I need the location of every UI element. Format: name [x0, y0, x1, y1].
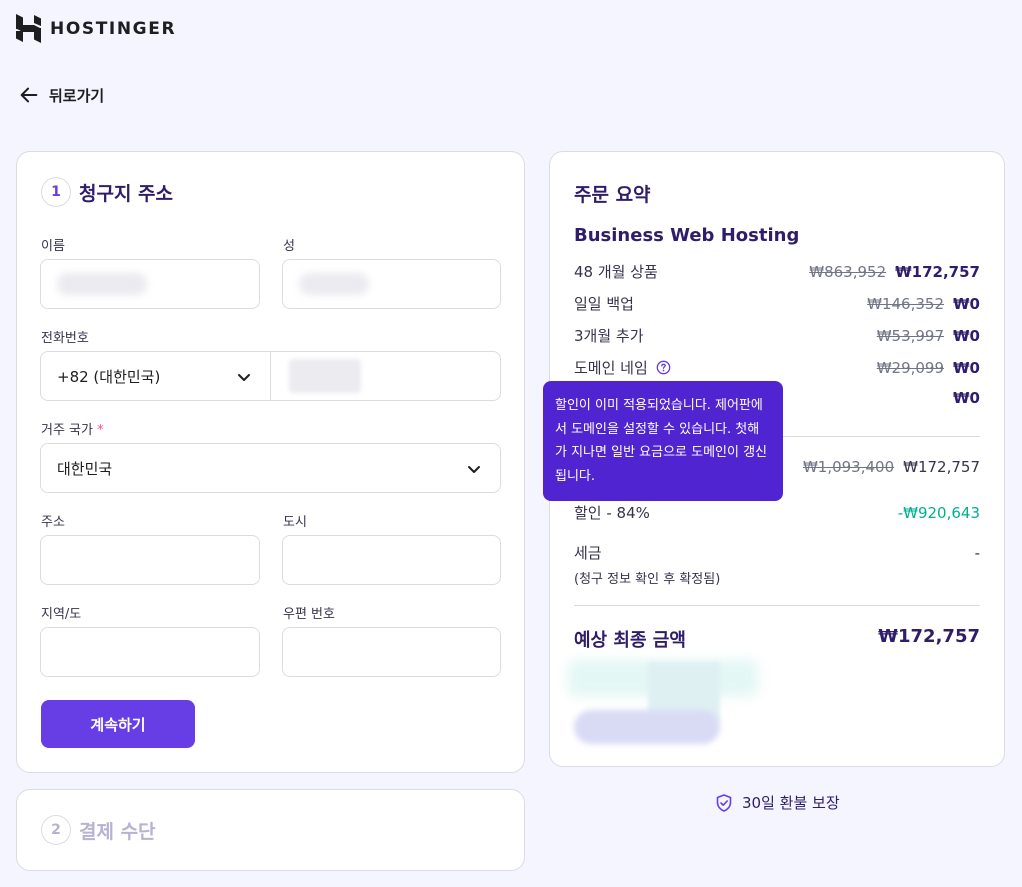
redacted-value	[299, 273, 369, 295]
phone-country-value: +82 (대한민국)	[57, 367, 161, 386]
city-label: 도시	[283, 515, 307, 530]
phone-country-select[interactable]: +82 (대한민국)	[40, 351, 271, 401]
city-field[interactable]	[282, 535, 501, 585]
new-price: ₩0	[953, 326, 980, 345]
item-price: ₩0	[953, 389, 980, 407]
new-price: ₩0	[953, 389, 980, 407]
country-label-text: 거주 국가	[41, 423, 93, 438]
required-mark: *	[97, 423, 104, 438]
summary-title: 주문 요약	[574, 184, 651, 206]
item-price: ₩53,997 ₩0	[877, 327, 980, 345]
money-back-guarantee: 30일 환불 보장	[714, 792, 840, 813]
summary-item-row: 48 개월 상품 ₩863,952 ₩172,757	[574, 261, 980, 282]
help-circle-icon[interactable]	[656, 360, 671, 375]
subtotal-price: ₩1,093,400 ₩172,757	[803, 458, 980, 476]
old-price: ₩146,352	[867, 294, 945, 313]
item-label: 일일 백업	[574, 295, 634, 313]
back-link[interactable]: 뒤로가기	[18, 84, 104, 106]
shield-check-icon	[716, 793, 732, 812]
hostinger-logo-icon	[16, 14, 41, 43]
new-price: ₩172,757	[903, 458, 980, 476]
region-label: 지역/도	[41, 607, 82, 622]
total-value: ₩172,757	[878, 626, 980, 647]
summary-item-row: 일일 백업 ₩146,352 ₩0	[574, 293, 980, 314]
item-label-wrap: 도메인 네임	[574, 357, 671, 378]
item-label: 3개월 추가	[574, 327, 644, 345]
phone-label: 전화번호	[41, 331, 89, 346]
old-price: ₩29,099	[876, 358, 945, 377]
domain-tooltip: 할인이 이미 적용되었습니다. 제어판에서 도메인을 설정할 수 있습니다. 첫…	[543, 381, 783, 501]
divider	[574, 605, 980, 606]
item-label: 도메인 네임	[574, 359, 648, 377]
first-name-field[interactable]	[40, 259, 260, 309]
brand-logo[interactable]: HOSTINGER	[16, 14, 176, 43]
address-field[interactable]	[40, 535, 260, 585]
discount-value: -₩920,643	[897, 503, 980, 522]
redacted-value	[289, 359, 361, 393]
summary-item-row: 도메인 네임 ₩29,099 ₩0	[574, 357, 980, 378]
new-price: ₩0	[953, 294, 980, 313]
payment-step-header: 2 결제 수단	[41, 815, 156, 845]
chevron-down-icon	[468, 466, 480, 473]
chevron-down-icon	[238, 374, 250, 381]
country-label: 거주 국가 *	[41, 419, 104, 438]
first-name-label: 이름	[41, 239, 65, 254]
payment-title: 결제 수단	[79, 820, 156, 843]
billing-title: 청구지 주소	[79, 182, 174, 205]
arrow-left-icon	[20, 87, 38, 103]
new-price: ₩0	[953, 358, 980, 377]
total-row: 예상 최종 금액 ₩172,757	[574, 626, 980, 652]
address-label: 주소	[41, 515, 65, 530]
billing-address-card: 1 청구지 주소 이름 성 전화번호 +82 (대한민국) 거주 국가 * 대한…	[16, 151, 525, 773]
total-label: 예상 최종 금액	[574, 630, 686, 651]
continue-button[interactable]: 계속하기	[41, 700, 195, 748]
old-price: ₩863,952	[809, 262, 887, 281]
last-name-field[interactable]	[282, 259, 501, 309]
region-field[interactable]	[40, 627, 260, 677]
country-value: 대한민국	[57, 459, 113, 478]
guarantee-label: 30일 환불 보장	[742, 794, 840, 812]
tax-row: 세금 -	[574, 542, 980, 563]
item-price: ₩29,099 ₩0	[877, 359, 980, 377]
tax-value: -	[974, 543, 980, 562]
discount-row: 할인 - 84% -₩920,643	[574, 502, 980, 523]
redacted-value	[57, 273, 147, 295]
new-price: ₩172,757	[895, 262, 980, 281]
country-select[interactable]: 대한민국	[40, 443, 501, 493]
back-label: 뒤로가기	[49, 86, 105, 105]
billing-step-header: 1 청구지 주소	[41, 177, 173, 207]
old-price: ₩53,997	[876, 326, 945, 345]
last-name-label: 성	[283, 239, 295, 254]
tax-note: (청구 정보 확인 후 확정됨)	[574, 572, 721, 587]
redacted-button[interactable]	[574, 710, 720, 744]
step-number: 2	[41, 815, 71, 845]
payment-method-card[interactable]: 2 결제 수단	[16, 789, 525, 871]
item-price: ₩863,952 ₩172,757	[809, 263, 980, 281]
tax-label: 세금	[574, 544, 602, 562]
summary-item-row: 3개월 추가 ₩53,997 ₩0	[574, 325, 980, 346]
step-number: 1	[41, 177, 71, 207]
discount-label: 할인 - 84%	[574, 504, 650, 522]
item-price: ₩146,352 ₩0	[867, 295, 980, 313]
phone-number-field[interactable]	[270, 351, 501, 401]
plan-name: Business Web Hosting	[574, 225, 800, 246]
zip-field[interactable]	[282, 627, 501, 677]
item-label: 48 개월 상품	[574, 263, 658, 281]
brand-name: HOSTINGER	[50, 18, 177, 39]
zip-label: 우편 번호	[283, 607, 335, 622]
old-price: ₩1,093,400	[802, 458, 895, 476]
